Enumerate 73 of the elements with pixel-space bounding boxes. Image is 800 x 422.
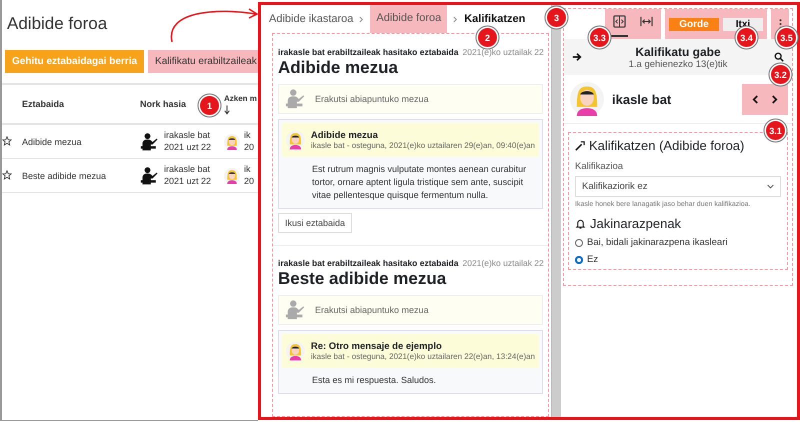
teacher-icon (140, 132, 160, 152)
star-icon[interactable] (2, 136, 12, 146)
star-icon[interactable] (2, 170, 12, 180)
callout-badge: 3.4 (737, 28, 756, 47)
column-header[interactable]: Azken m (224, 94, 257, 102)
callout-badge: 3.2 (771, 65, 790, 84)
teacher-icon (140, 166, 160, 186)
parent-post-link[interactable]: Erakutsi abiapuntuko mezua (278, 295, 543, 326)
post-byline: ikasle bat - osteguna, 2021(e)ko uztailaren 29(e)an, 09:40(e)an (310, 141, 535, 150)
column-header[interactable]: Nork hasia (140, 99, 186, 109)
expand-arrows-icon (640, 15, 653, 28)
split-view-icon (613, 15, 626, 28)
notifications-heading: Jakinarazpenak (590, 216, 682, 231)
search-icon (774, 52, 784, 62)
start-date: 2021 uzt 22 (164, 176, 212, 188)
user-count: 1.a gehienezko 13(e)tik (628, 58, 728, 70)
table-cell-text: ik (244, 130, 252, 142)
discussion-title: Beste adibide mezua (278, 269, 448, 290)
parent-post-link[interactable]: Erakutsi abiapuntuko mezua (278, 84, 543, 114)
post-byline: ikasle bat - osteguna, 2021(e)ko uztailaren 22(e)an, 13:24(e)an (310, 352, 535, 362)
view-discussion-button[interactable]: Ikusi eztabaida (278, 213, 352, 234)
breadcrumb-link[interactable]: Adibide foroa (370, 5, 448, 33)
grade-label: Kalifikazioa (575, 161, 624, 172)
magic-wand-icon (575, 140, 585, 150)
start-date: 2021 uzt 22 (164, 142, 212, 154)
student-name: ikasle bat (612, 92, 672, 106)
filter-label[interactable]: Kalifikatu gabe (582, 44, 774, 58)
breadcrumb-current: Kalifikatzen (464, 13, 526, 25)
table-cell: 20 (244, 176, 254, 188)
chevron-right-icon (453, 16, 458, 22)
radio-label[interactable]: Ez (587, 254, 598, 265)
grading-heading: Kalifikatzen (Adibide foroa) (589, 138, 744, 153)
discussion-author-line: irakasle bat erabiltzaileak hasitako eztabaida (278, 47, 458, 57)
teacher-icon (285, 299, 307, 322)
breadcrumb-link[interactable]: Adibide ikastaroa (269, 13, 354, 25)
chevron-right-icon (359, 16, 364, 22)
page-title: Adibide foroa (7, 14, 108, 34)
chevron-left-icon (752, 94, 759, 104)
radio-label[interactable]: Bai, bidali jakinarazpena ikasleari (587, 237, 728, 248)
discussion-link[interactable]: Beste adibide mezua (22, 170, 106, 180)
post-body: Est rutrum magnis vulputate montes aenean curabitur tortor, ornare aptent ligula tristique sem ante, suscipit vitae pellentesque quisque fermentum nulla. (312, 163, 528, 202)
post-subject: Re: Otro mensaje de ejemplo (310, 341, 443, 352)
callout-badge: 3.5 (777, 28, 796, 47)
teacher-icon (285, 88, 307, 110)
callout-badge: 1 (200, 96, 219, 115)
chevron-right-icon (771, 94, 778, 104)
radio-button[interactable] (575, 256, 583, 264)
arrow-right-icon (572, 52, 582, 62)
student-avatar (224, 168, 240, 184)
discussion-date: 2021(e)ko uztailak 22 (462, 258, 544, 268)
chevron-down-icon (767, 184, 774, 189)
bell-icon (575, 218, 586, 229)
radio-button[interactable] (575, 238, 583, 246)
discussion-link[interactable]: Adibide mezua (22, 136, 82, 146)
author-name: irakasle bat (164, 130, 212, 142)
table-cell: 20 (244, 142, 254, 154)
post-subject: Adibide mezua (310, 130, 379, 141)
discussion-title: Adibide mezua (278, 58, 399, 78)
column-header[interactable]: Eztabaida (22, 99, 64, 109)
sort-arrow-icon (224, 104, 230, 114)
student-avatar (224, 134, 240, 150)
callout-badge: 2 (478, 28, 497, 47)
table-cell-text: ik (244, 164, 252, 176)
grade-select[interactable]: Kalifikaziorik ez (575, 176, 781, 197)
discussion-author-line: irakasle bat erabiltzaileak hasitako eztabaida (278, 258, 458, 268)
callout-badge: 3.1 (766, 121, 785, 140)
student-avatar (570, 82, 604, 116)
callout-badge: 3.3 (590, 28, 609, 47)
discussion-date: 2021(e)ko uztailak 22 (462, 47, 544, 57)
author-name: irakasle bat (164, 164, 212, 176)
callout-badge: 3 (547, 8, 566, 27)
grade-users-button[interactable]: Kalifikatu erabiltzaileak (148, 50, 258, 73)
post-body: Esta es mi respuesta. Saludos. (312, 374, 438, 388)
